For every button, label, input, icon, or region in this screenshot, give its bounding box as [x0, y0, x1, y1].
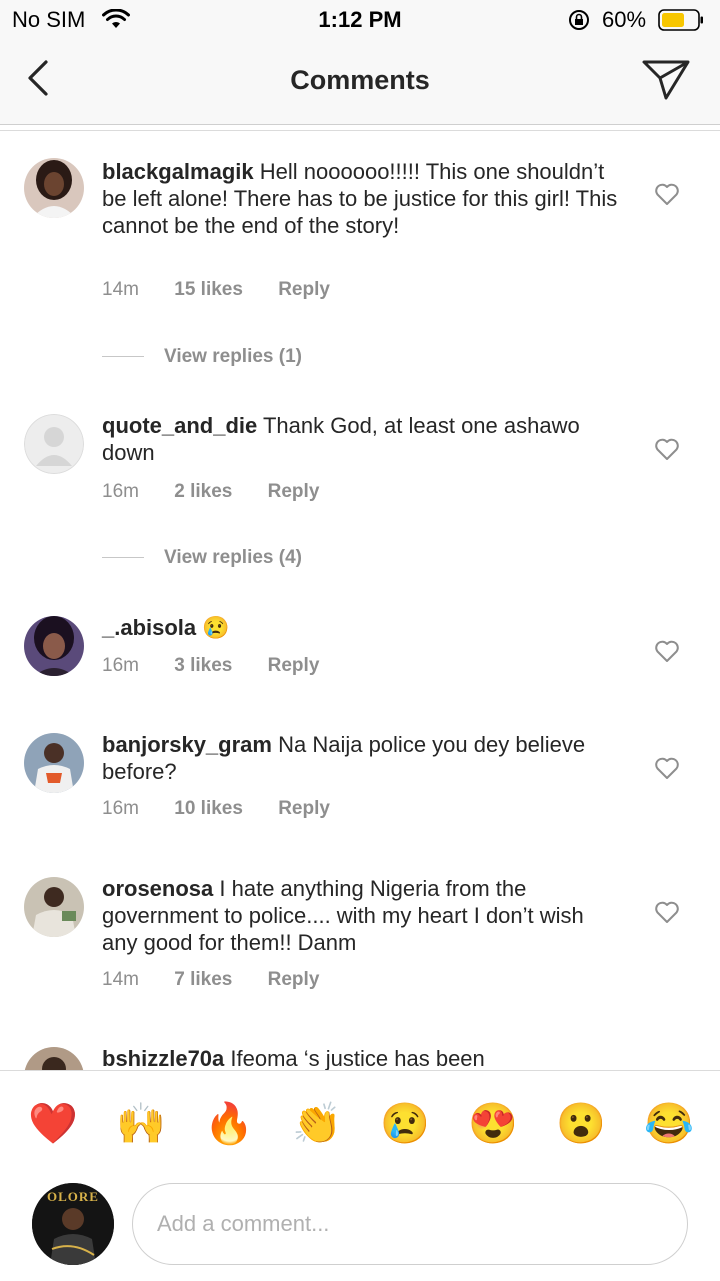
like-heart-icon[interactable]	[654, 639, 680, 663]
avatar[interactable]	[24, 616, 84, 676]
view-replies-label: View replies (4)	[164, 547, 302, 568]
comment-body: orosenosa I hate anything Nigeria from t…	[102, 875, 622, 956]
comment-username[interactable]: blackgalmagik	[102, 159, 254, 184]
comment-input[interactable]	[132, 1183, 688, 1265]
like-heart-icon[interactable]	[654, 900, 680, 924]
comment-body: _.abisola 😢	[102, 614, 622, 641]
header-bar: Comments	[0, 40, 720, 125]
crying-face-emoji[interactable]: 😢	[380, 1099, 430, 1149]
battery-icon	[658, 9, 703, 31]
comment-composer-area: ❤️ 🙌 🔥 👏 😢 😍 😮 😂 OLORE	[0, 1070, 720, 1281]
comment-username[interactable]: bshizzle70a	[102, 1046, 224, 1071]
reply-button[interactable]: Reply	[268, 969, 320, 991]
comment-meta: 14m 7 likes Reply	[102, 969, 349, 991]
status-bar: No SIM 1:12 PM 60%	[0, 0, 720, 40]
comment-time: 14m	[102, 969, 139, 990]
comment-likes[interactable]: 3 likes	[174, 655, 232, 677]
clapping-hands-emoji[interactable]: 👏	[292, 1099, 342, 1149]
red-heart-emoji[interactable]: ❤️	[28, 1099, 78, 1149]
comment-likes[interactable]: 7 likes	[174, 969, 232, 991]
laughing-tears-emoji[interactable]: 😂	[644, 1099, 694, 1149]
header-divider	[0, 130, 720, 131]
comment-body: blackgalmagik Hell noooooo!!!!! This one…	[102, 158, 622, 239]
comment-username[interactable]: _.abisola	[102, 615, 196, 640]
like-heart-icon[interactable]	[654, 182, 680, 206]
avatar[interactable]	[24, 158, 84, 218]
share-button[interactable]	[640, 56, 692, 102]
comment-text: 😢	[202, 615, 230, 640]
comment-username[interactable]: banjorsky_gram	[102, 732, 272, 757]
avatar[interactable]	[24, 414, 84, 474]
reply-button[interactable]: Reply	[268, 481, 320, 503]
like-heart-icon[interactable]	[654, 756, 680, 780]
heart-eyes-emoji[interactable]: 😍	[468, 1099, 518, 1149]
comment-time: 16m	[102, 481, 139, 502]
comment-body: bshizzle70a Ifeoma ‘s justice has been	[102, 1045, 622, 1072]
quick-reactions: ❤️ 🙌 🔥 👏 😢 😍 😮 😂	[0, 1099, 720, 1149]
my-avatar: OLORE	[32, 1183, 114, 1265]
like-heart-icon[interactable]	[654, 437, 680, 461]
comment-meta: 16m 3 likes Reply	[102, 655, 349, 677]
comment-body: banjorsky_gram Na Naija police you dey b…	[102, 731, 622, 785]
comment-likes[interactable]: 10 likes	[174, 798, 243, 820]
view-replies-button[interactable]: View replies (4)	[102, 547, 302, 569]
comment-meta: 16m 2 likes Reply	[102, 481, 349, 503]
surprised-face-emoji[interactable]: 😮	[556, 1099, 606, 1149]
replies-divider	[102, 557, 144, 559]
avatar[interactable]	[24, 733, 84, 793]
comment-username[interactable]: orosenosa	[102, 876, 213, 901]
reply-button[interactable]: Reply	[268, 655, 320, 677]
comment-time: 16m	[102, 798, 139, 819]
reply-button[interactable]: Reply	[278, 798, 330, 820]
comment-meta: 14m 15 likes Reply	[102, 279, 360, 301]
replies-divider	[102, 356, 144, 358]
fire-emoji[interactable]: 🔥	[204, 1099, 254, 1149]
comment-text: Ifeoma ‘s justice has been	[230, 1046, 485, 1071]
page-title: Comments	[290, 65, 430, 95]
comment-body: quote_and_die Thank God, at least one as…	[102, 412, 622, 466]
comment-meta: 16m 10 likes Reply	[102, 798, 360, 820]
battery-percent: 60%	[602, 7, 647, 32]
avatar-logo-text: OLORE	[47, 1189, 99, 1204]
orientation-lock-icon	[569, 10, 589, 30]
reply-button[interactable]: Reply	[278, 279, 330, 301]
comment-likes[interactable]: 2 likes	[174, 481, 232, 503]
raising-hands-emoji[interactable]: 🙌	[116, 1099, 166, 1149]
view-replies-label: View replies (1)	[164, 346, 302, 367]
view-replies-button[interactable]: View replies (1)	[102, 346, 302, 368]
comment-username[interactable]: quote_and_die	[102, 413, 257, 438]
comment-time: 14m	[102, 279, 139, 300]
comment-time: 16m	[102, 655, 139, 676]
avatar[interactable]	[24, 877, 84, 937]
comment-likes[interactable]: 15 likes	[174, 279, 243, 301]
